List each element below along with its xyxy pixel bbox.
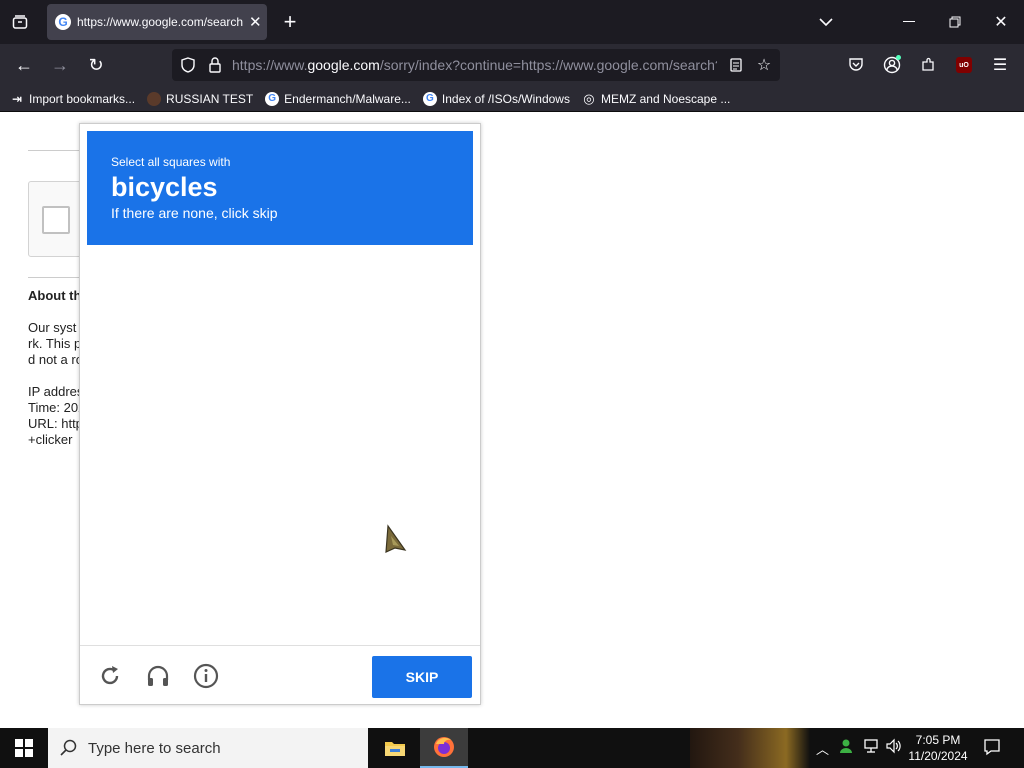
restore-button[interactable] xyxy=(941,8,969,36)
skip-button[interactable]: SKIP xyxy=(372,656,472,698)
cursor-pointer-icon xyxy=(383,524,409,559)
url-path: /sorry/index?continue=https://www.google… xyxy=(379,57,717,73)
reload-challenge-icon[interactable] xyxy=(97,663,123,689)
bookmark-import[interactable]: ⇥ Import bookmarks... xyxy=(10,92,135,106)
start-button[interactable] xyxy=(0,728,48,768)
info-line: Time: 202 xyxy=(28,400,86,415)
bookmark-label: Endermanch/Malware... xyxy=(284,91,411,106)
new-tab-button[interactable]: + xyxy=(276,8,304,36)
search-icon xyxy=(60,739,77,756)
captcha-challenge: Select all squares with bicycles If ther… xyxy=(79,123,481,705)
bookmark-label: MEMZ and Noescape ... xyxy=(600,91,731,106)
taskbar-clock[interactable]: 7:05 PM 11/20/2024 xyxy=(905,732,971,764)
notifications-icon[interactable] xyxy=(983,738,1001,759)
extensions-icon[interactable] xyxy=(914,51,942,79)
clock-date: 11/20/2024 xyxy=(908,749,968,763)
close-window-button[interactable]: ✕ xyxy=(987,8,1015,36)
bookmark-memz[interactable]: ◎ MEMZ and Noescape ... xyxy=(582,90,731,106)
clock-time: 7:05 PM xyxy=(915,733,961,747)
para-line: d not a ro xyxy=(28,352,83,367)
captcha-instruction: Select all squares with xyxy=(111,155,231,169)
captcha-hint: If there are none, click skip xyxy=(111,205,278,221)
volume-icon[interactable] xyxy=(885,738,903,757)
about-heading: About th xyxy=(28,288,82,303)
hamburger-menu-icon[interactable]: ☰ xyxy=(986,51,1014,79)
tab-overview-icon[interactable] xyxy=(6,8,34,36)
bookmark-isos[interactable]: G Index of /ISOs/Windows xyxy=(422,91,570,106)
reload-icon[interactable]: ↻ xyxy=(82,51,110,79)
bookmark-label: RUSSIAN TEST xyxy=(166,91,254,106)
bookmark-star-icon[interactable]: ☆ xyxy=(750,51,778,79)
close-tab-icon[interactable]: ✕ xyxy=(249,13,262,31)
taskbar-background-art xyxy=(690,728,810,768)
navigation-bar: ← → ↻ https://www.google.com/sorry/index… xyxy=(0,44,1024,86)
shield-icon[interactable] xyxy=(174,51,202,79)
captcha-keyword: bicycles xyxy=(111,172,218,202)
show-hidden-icons-chevron-icon[interactable]: ︿ xyxy=(816,739,829,758)
globe-icon: ◎ xyxy=(583,90,595,106)
search-placeholder: Type here to search xyxy=(88,739,221,757)
captcha-image-grid[interactable] xyxy=(87,245,473,645)
recaptcha-checkbox[interactable] xyxy=(42,206,70,234)
ublock-origin-icon[interactable]: uO xyxy=(950,51,978,79)
url-scheme: https://www. xyxy=(232,57,308,73)
info-line: URL: http xyxy=(28,416,83,431)
captcha-footer: SKIP xyxy=(80,645,480,705)
back-arrow-icon[interactable]: ← xyxy=(10,51,38,79)
bookmark-label: Index of /ISOs/Windows xyxy=(441,91,570,106)
lock-icon[interactable] xyxy=(201,51,229,79)
reader-view-icon[interactable] xyxy=(722,51,750,79)
bookmark-russian-test[interactable]: RUSSIAN TEST xyxy=(147,91,254,106)
info-line: IP addres xyxy=(28,384,84,399)
audio-challenge-icon[interactable] xyxy=(145,663,171,689)
russian-test-icon xyxy=(147,91,162,106)
tab-bar: G https://www.google.com/search ✕ + ✕ xyxy=(0,0,1024,44)
user-tray-icon[interactable] xyxy=(838,738,854,757)
para-line: rk. This p xyxy=(28,336,82,351)
google-icon: G xyxy=(55,14,71,30)
notification-dot xyxy=(896,55,901,60)
google-icon: G xyxy=(422,91,437,106)
firefox-icon[interactable] xyxy=(420,728,468,768)
minimize-button[interactable] xyxy=(895,8,923,36)
browser-tab[interactable]: G https://www.google.com/search ✕ xyxy=(47,4,267,40)
url-text[interactable]: https://www.google.com/sorry/index?conti… xyxy=(232,57,717,73)
captcha-header: Select all squares with bicycles If ther… xyxy=(87,131,473,245)
url-host: google.com xyxy=(307,57,380,73)
google-icon: G xyxy=(265,91,280,106)
tab-list-chevron-icon[interactable] xyxy=(812,8,840,36)
info-icon[interactable] xyxy=(193,663,219,689)
forward-arrow-icon[interactable]: → xyxy=(46,51,74,79)
para-line: Our syst xyxy=(28,320,77,335)
windows-taskbar: Type here to search ︿ 7:05 PM 11/20/2024 xyxy=(0,728,1024,768)
pocket-icon[interactable] xyxy=(842,51,870,79)
url-bar[interactable]: https://www.google.com/sorry/index?conti… xyxy=(172,49,780,81)
file-explorer-icon[interactable] xyxy=(372,728,418,768)
info-line: +clicker xyxy=(28,432,73,447)
bookmark-endermanch[interactable]: G Endermanch/Malware... xyxy=(265,91,411,106)
import-icon: ⇥ xyxy=(11,91,23,106)
tab-title: https://www.google.com/search xyxy=(77,15,244,29)
windows-logo-icon xyxy=(15,739,33,757)
network-icon[interactable] xyxy=(862,738,880,757)
account-icon[interactable] xyxy=(878,51,906,79)
bookmarks-toolbar: ⇥ Import bookmarks... RUSSIAN TEST G End… xyxy=(0,86,1024,112)
taskbar-search-box[interactable]: Type here to search xyxy=(48,728,368,768)
bookmark-label: Import bookmarks... xyxy=(29,91,136,106)
